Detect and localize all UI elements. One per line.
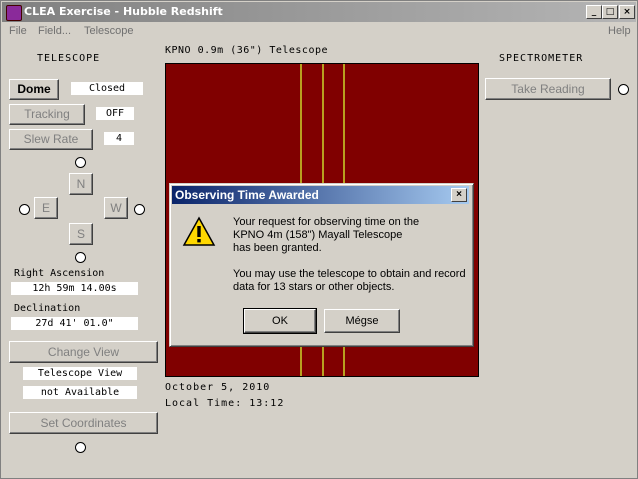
set-coordinates-radio[interactable] xyxy=(75,442,86,453)
menu-help[interactable]: Help xyxy=(608,25,631,37)
set-coordinates-button[interactable]: Set Coordinates xyxy=(9,412,158,434)
menu-telescope[interactable]: Telescope xyxy=(84,25,134,37)
menu-file[interactable]: File xyxy=(9,25,27,37)
south-radio[interactable] xyxy=(75,252,86,263)
minimize-button[interactable]: _ xyxy=(586,5,602,19)
availability-field: not Available xyxy=(23,386,137,399)
dec-label: Declination xyxy=(14,303,81,314)
east-radio[interactable] xyxy=(19,204,30,215)
take-reading-radio[interactable] xyxy=(618,84,629,95)
maximize-button[interactable]: □ xyxy=(602,5,618,19)
local-time-display: Local Time: 13:12 xyxy=(165,398,285,409)
west-radio[interactable] xyxy=(134,204,145,215)
slew-rate-value: 4 xyxy=(104,132,134,145)
dialog-title-bar[interactable]: Observing Time Awarded × xyxy=(172,186,469,204)
cancel-button[interactable]: Mégse xyxy=(324,309,400,333)
dialog-close-button[interactable]: × xyxy=(451,188,467,202)
dome-status: Closed xyxy=(71,82,143,95)
dialog-message: Your request for observing time on the K… xyxy=(233,216,466,293)
ra-label: Right Ascension xyxy=(14,268,105,279)
north-radio[interactable] xyxy=(75,157,86,168)
slew-rate-button[interactable]: Slew Rate xyxy=(9,129,93,150)
north-button[interactable]: N xyxy=(69,173,93,195)
dome-button[interactable]: Dome xyxy=(9,79,59,100)
app-icon xyxy=(6,5,22,21)
menu-field[interactable]: Field... xyxy=(38,25,71,37)
west-button[interactable]: W xyxy=(104,197,128,219)
date-display: October 5, 2010 xyxy=(165,382,271,393)
take-reading-button[interactable]: Take Reading xyxy=(485,78,611,100)
tracking-button[interactable]: Tracking xyxy=(9,104,85,125)
title-bar[interactable]: CLEA Exercise - Hubble Redshift _ □ × xyxy=(2,2,636,22)
change-view-button[interactable]: Change View xyxy=(9,341,158,363)
dec-value: 27d 41' 01.0" xyxy=(11,317,138,330)
south-button[interactable]: S xyxy=(69,223,93,245)
viewer-heading: KPNO 0.9m (36") Telescope xyxy=(165,45,329,56)
east-button[interactable]: E xyxy=(34,197,58,219)
window-title: CLEA Exercise - Hubble Redshift xyxy=(24,5,223,18)
ra-value: 12h 59m 14.00s xyxy=(11,282,138,295)
view-mode-field: Telescope View xyxy=(23,367,137,380)
tracking-status: OFF xyxy=(96,107,134,120)
spectrometer-heading: SPECTROMETER xyxy=(499,53,584,64)
warning-icon xyxy=(182,216,216,246)
close-button[interactable]: × xyxy=(619,5,635,19)
menu-bar: File Field... Telescope Help xyxy=(2,23,636,41)
ok-button[interactable]: OK xyxy=(243,308,317,334)
observing-time-dialog: Observing Time Awarded × Your request fo… xyxy=(169,183,474,347)
dialog-title: Observing Time Awarded xyxy=(175,188,319,202)
telescope-heading: TELESCOPE xyxy=(37,53,101,64)
main-window: CLEA Exercise - Hubble Redshift _ □ × Fi… xyxy=(0,0,638,479)
